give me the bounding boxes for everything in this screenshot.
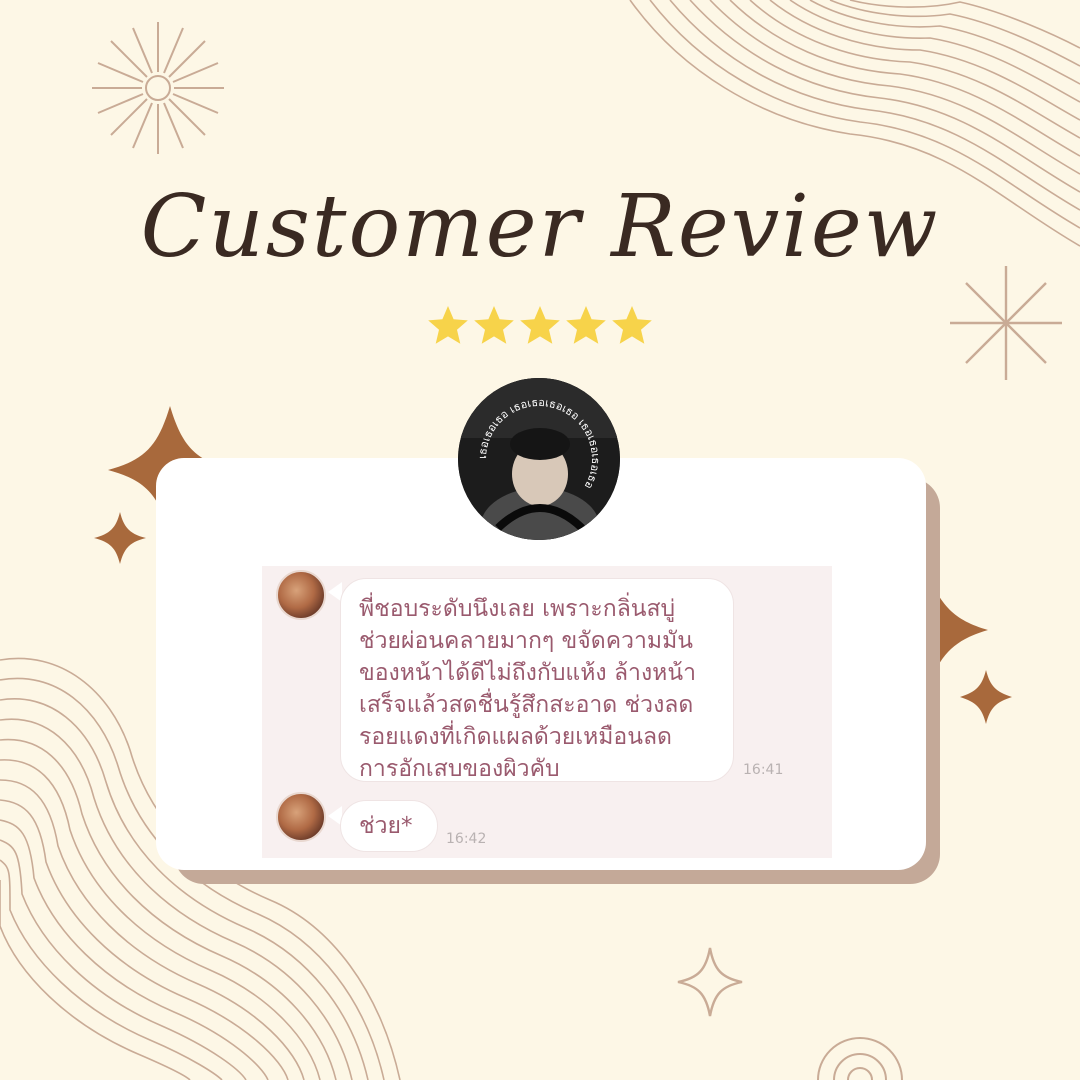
chat-bubble: ช่วย* — [340, 800, 438, 852]
page-title: Customer Review — [140, 177, 940, 277]
avatar — [276, 792, 326, 842]
avatar — [276, 570, 326, 620]
star-icon — [566, 306, 606, 344]
message-text: ช่วย* — [359, 813, 413, 839]
star-icon — [612, 306, 652, 344]
message-time: 16:42 — [446, 831, 487, 847]
sparkle-icon — [94, 512, 146, 564]
arch-lines — [817, 1037, 903, 1080]
message-time: 16:41 — [743, 762, 784, 778]
chat-bubble: พี่ชอบระดับนึงเลย เพราะกลิ่นสบู่ ช่วยผ่อ… — [340, 578, 734, 782]
star-icon — [474, 306, 514, 344]
sparkle-icon — [960, 670, 1012, 724]
star-rating — [428, 306, 652, 344]
star-icon — [520, 306, 560, 344]
profile-illustration: เธอเธอเธอ เธอเธอเธอเธอ เธอเธอเธอเธอ — [458, 378, 620, 540]
sparkle-outline-icon — [677, 947, 743, 1017]
star-icon — [428, 306, 468, 344]
message-text: พี่ชอบระดับนึงเลย เพราะกลิ่นสบู่ ช่วยผ่อ… — [359, 596, 696, 782]
asterisk-icon — [950, 266, 1062, 380]
profile-photo: เธอเธอเธอ เธอเธอเธอเธอ เธอเธอเธอเธอ — [458, 378, 620, 540]
sunburst-icon — [92, 22, 224, 154]
